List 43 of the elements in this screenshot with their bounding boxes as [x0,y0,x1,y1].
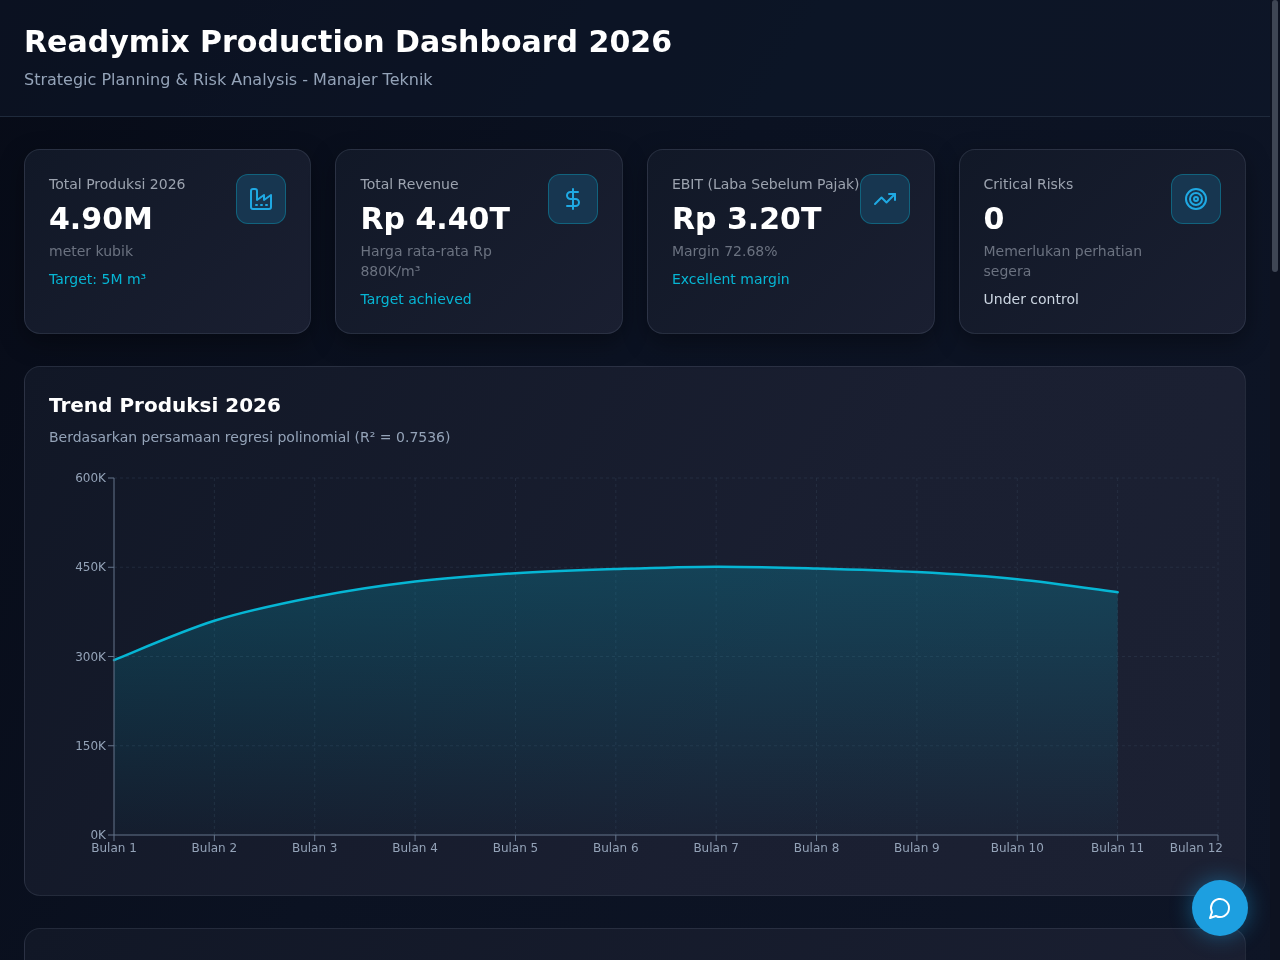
x-axis-label: Bulan 3 [291,841,338,855]
y-axis-label: 600K [75,471,106,485]
chart-title: Trend Produksi 2026 [49,392,282,419]
x-axis-label: Bulan 6 [593,841,639,855]
kpi-caption: Margin 72.68% [671,242,779,261]
kpi-note: Target achieved [360,290,473,309]
kpi-caption: Memerlukan perhatian segera [983,242,1144,281]
x-axis-label: Bulan 12 [1169,841,1223,855]
dashboard-subtitle: Strategic Planning & Risk Analysis - Manajer Teknik [24,69,434,91]
kpi-note: Excellent margin [671,270,791,289]
y-axis-label: 150K [75,738,106,753]
x-axis-label: Bulan 1 [91,841,137,855]
x-axis-label: Bulan 5 [492,841,539,855]
y-axis-label: 300K [75,649,106,664]
speech-bubble-icon [1208,896,1232,920]
x-axis-label: Bulan 4 [392,841,438,855]
kpi-value: Rp 3.20T [671,201,823,237]
x-axis-label: Bulan 2 [191,841,238,855]
kpi-caption: meter kubik [49,242,134,261]
x-axis-label: Bulan 7 [693,841,739,855]
kpi-caption: Harga rata-rata Rp 880K/m³ [360,242,493,281]
y-axis-label: 0K [90,828,106,842]
scrollbar[interactable] [1270,0,1280,960]
kpi-note: Under control [983,290,1080,309]
target-icon [1171,174,1221,224]
kpi-label: Total Revenue [360,175,460,194]
kpi-value: 0 [983,201,1006,237]
kpi-value: Rp 4.40T [360,201,511,237]
trending-up-icon [859,174,910,224]
x-axis-label: Bulan 9 [894,841,940,855]
x-axis-label: Bulan 10 [990,841,1044,855]
kpi-label: EBIT (Laba Sebelum Pajak) [671,175,860,194]
kpi-label: Critical Risks [983,175,1075,194]
y-axis-label: 450K [75,560,106,575]
factory-icon [236,174,287,224]
kpi-note: Target: 5M m³ [49,270,148,289]
chart-subtitle: Berdasarkan persamaan regresi polinomial (R² = 0.7536) [49,428,452,447]
kpi-label: Total Produksi 2026 [49,175,187,194]
dollar-sign-icon [547,174,598,224]
kpi-value: 4.90M [49,201,154,237]
x-axis-label: Bulan 11 [1091,841,1145,855]
x-axis-label: Bulan 8 [793,841,840,855]
dashboard-title: Readymix Production Dashboard 2026 [24,24,673,60]
